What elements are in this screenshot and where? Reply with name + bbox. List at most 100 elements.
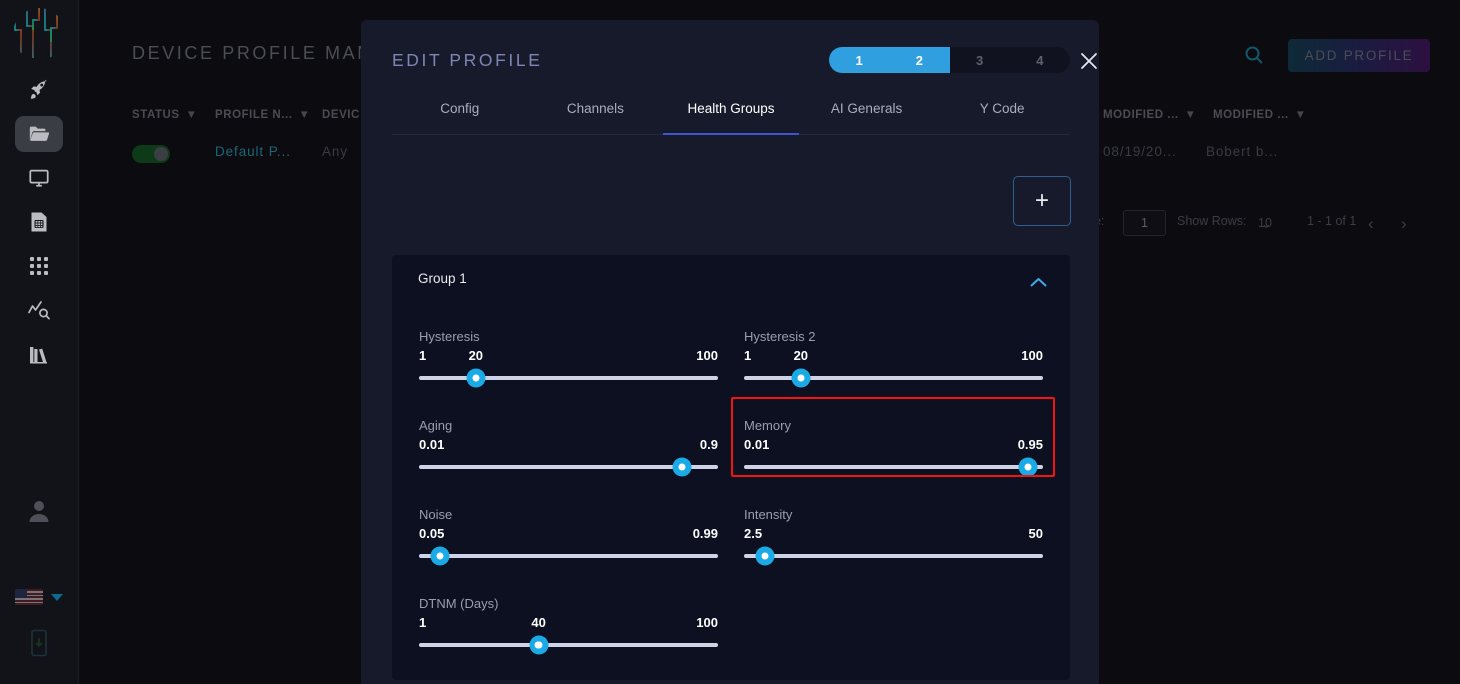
sidebar-item-sim-card[interactable]: [15, 204, 63, 240]
slider-values: 1 20 100: [744, 348, 1043, 365]
step-1[interactable]: 1: [829, 47, 890, 73]
sidebar-item-monitor[interactable]: [15, 160, 63, 196]
cell-profile-name[interactable]: Default P...: [215, 144, 291, 159]
modal-header: EDIT PROFILE 1 2 3 4 Config Channels Hea…: [361, 20, 1099, 135]
pagination-page-input[interactable]: 1: [1123, 210, 1166, 236]
tab-config[interactable]: Config: [392, 98, 528, 134]
sidebar-item-device[interactable]: [28, 629, 50, 662]
slider-values: 0.01 0.9: [419, 437, 718, 454]
step-2[interactable]: 2: [889, 47, 950, 73]
sidebar-item-rocket[interactable]: [15, 72, 63, 108]
sidebar-item-analytics[interactable]: [15, 292, 63, 328]
modal-title: EDIT PROFILE: [392, 50, 543, 70]
slider-thumb[interactable]: [672, 457, 692, 477]
slider-max: 100: [696, 615, 718, 630]
group-header[interactable]: Group 1: [392, 255, 1070, 303]
column-header-modified-date[interactable]: MODIFIED ... ▼: [1103, 109, 1197, 121]
filter-icon[interactable]: ▼: [186, 109, 198, 121]
cell-modified-by: Bobert b...: [1206, 144, 1279, 159]
slider-label: Noise: [419, 507, 453, 522]
column-header-status[interactable]: STATUS ▼: [132, 109, 198, 121]
chevron-up-icon[interactable]: [1030, 275, 1047, 293]
slider-thumb[interactable]: [755, 546, 775, 566]
slider-min: 1: [419, 348, 427, 363]
column-header-modified-by[interactable]: MODIFIED ... ▼: [1213, 109, 1307, 121]
slider-min: 1: [744, 348, 752, 363]
slider-current: 40: [531, 615, 546, 630]
slider-aging: Aging 0.01 0.9: [419, 418, 718, 477]
slider-min: 0.01: [419, 437, 445, 452]
slider-thumb[interactable]: [791, 368, 811, 388]
slider-thumb[interactable]: [529, 635, 549, 655]
tab-ai-generals[interactable]: AI Generals: [799, 98, 935, 134]
slider-values: 1 40 100: [419, 615, 718, 632]
slider-min: 0.05: [419, 526, 445, 541]
slider-min: 0.01: [744, 437, 770, 452]
slider-track[interactable]: [419, 546, 718, 566]
column-header-profile-name[interactable]: PROFILE N... ▼: [215, 109, 310, 121]
add-group-button[interactable]: +: [1013, 176, 1071, 226]
user-icon: [26, 501, 52, 528]
slider-max: 100: [696, 348, 718, 363]
language-selector[interactable]: [15, 589, 63, 605]
sidebar-item-user[interactable]: [26, 498, 52, 529]
search-icon[interactable]: [1244, 45, 1264, 70]
slider-track[interactable]: [744, 368, 1043, 388]
slider-track[interactable]: [744, 546, 1043, 566]
slider-values: 0.05 0.99: [419, 526, 718, 543]
app-logo-icon: [9, 6, 69, 62]
filter-icon[interactable]: ▼: [299, 109, 311, 121]
step-4[interactable]: 4: [1010, 47, 1070, 73]
slider-min: 1: [419, 615, 427, 630]
slider-track[interactable]: [744, 457, 1043, 477]
slider-hysteresis: Hysteresis 1 20 100: [419, 329, 718, 388]
pagination-next-button[interactable]: ›: [1401, 214, 1407, 234]
page-title: DEVICE PROFILE MAN: [132, 43, 373, 63]
books-icon: [28, 343, 50, 365]
slider-max: 0.99: [692, 526, 718, 541]
grid-apps-icon: [28, 255, 50, 277]
slider-current: 20: [468, 348, 484, 363]
cell-device: Any: [322, 144, 348, 159]
sidebar-item-library[interactable]: [15, 336, 63, 372]
slider-label: Aging: [419, 418, 453, 433]
step-indicator: 1 2 3 4: [829, 47, 1070, 73]
show-rows-label: Show Rows:: [1177, 214, 1247, 228]
caret-down-icon: [51, 593, 63, 601]
modal-tabs: Config Channels Health Groups AI General…: [392, 98, 1070, 135]
column-header-device[interactable]: DEVIC: [322, 109, 360, 121]
slider-max: 100: [1021, 348, 1043, 363]
slider-values: 1 20 100: [419, 348, 718, 365]
slider-thumb[interactable]: [1018, 457, 1038, 477]
slider-max: 50: [1028, 526, 1043, 541]
cell-modified-date: 08/19/20...: [1103, 144, 1177, 159]
sidebar-item-profiles[interactable]: [15, 116, 63, 152]
pagination-range: 1 - 1 of 1: [1307, 214, 1357, 228]
add-profile-button[interactable]: ADD PROFILE: [1288, 39, 1430, 72]
close-icon[interactable]: [1079, 51, 1099, 71]
slider-track[interactable]: [419, 457, 718, 477]
sidebar-item-apps-grid[interactable]: [15, 248, 63, 284]
mobile-download-icon: [28, 629, 50, 661]
slider-memory: Memory 0.01 0.95: [744, 418, 1043, 477]
app-root: DEVICE PROFILE MAN ADD PROFILE STATUS ▼ P…: [0, 0, 1460, 684]
slider-track[interactable]: [419, 635, 718, 655]
slider-noise: Noise 0.05 0.99: [419, 507, 718, 566]
tab-health-groups[interactable]: Health Groups: [663, 98, 799, 135]
pagination-prev-button[interactable]: ‹: [1368, 214, 1374, 234]
slider-thumb[interactable]: [430, 546, 450, 566]
tab-channels[interactable]: Channels: [528, 98, 664, 134]
slider-track[interactable]: [419, 368, 718, 388]
us-flag-icon: [15, 589, 43, 605]
slider-label: Hysteresis 2: [744, 329, 816, 344]
filter-icon[interactable]: ▼: [1185, 109, 1197, 121]
slider-values: 0.01 0.95: [744, 437, 1043, 454]
sim-card-icon: [29, 210, 49, 234]
slider-label: DTNM (Days): [419, 596, 499, 611]
step-3[interactable]: 3: [950, 47, 1010, 73]
slider-thumb[interactable]: [466, 368, 486, 388]
modal-body: + Group 1 Hysteresis 1 20 100 Hysteresis…: [361, 135, 1099, 684]
tab-y-code[interactable]: Y Code: [934, 98, 1070, 134]
group-title: Group 1: [418, 271, 467, 286]
filter-icon[interactable]: ▼: [1295, 109, 1307, 121]
